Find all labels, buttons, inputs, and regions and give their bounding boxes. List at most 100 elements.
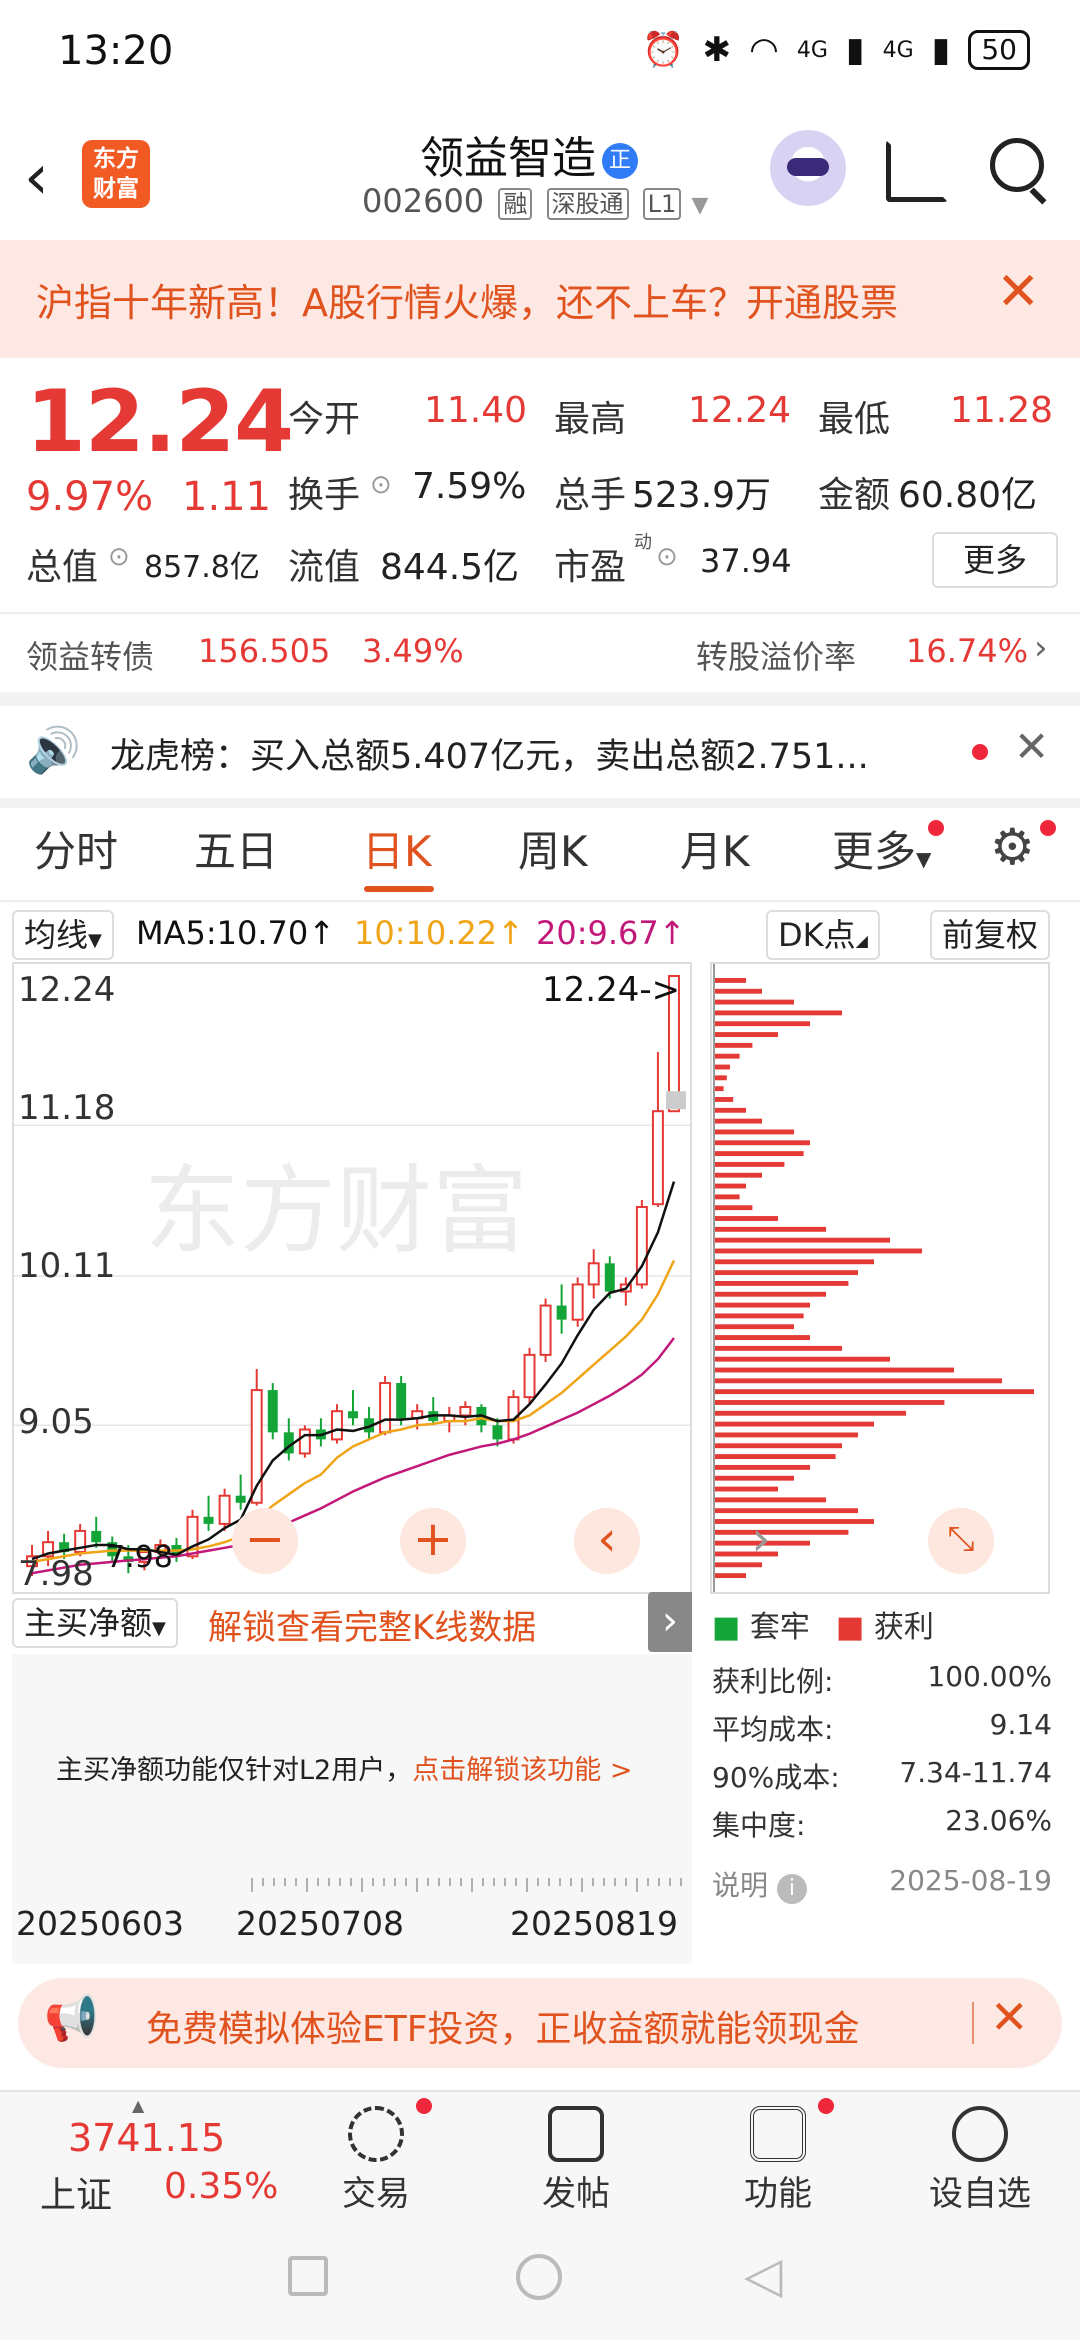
scroll-left-button[interactable]: ‹ (574, 1508, 640, 1574)
home-icon[interactable] (516, 2254, 562, 2300)
tab-five-day[interactable]: 五日 (194, 818, 278, 879)
settings-dot (1040, 820, 1056, 836)
chip-bar (714, 1075, 727, 1081)
index-value[interactable]: 3741.15 (68, 2116, 225, 2160)
info-icon[interactable]: ⊙ (370, 470, 392, 500)
notice-unread-dot (972, 744, 988, 760)
indicator-msg: 主买净额功能仅针对L2用户，点击解锁该功能 > (56, 1748, 632, 1787)
candle-body (523, 1353, 536, 1399)
gear-icon[interactable]: ⚙ (990, 818, 1035, 876)
zoom-in-button[interactable]: + (400, 1508, 466, 1574)
unlock-feature-link[interactable]: 点击解锁该功能 > (412, 1755, 632, 1786)
nav-trade-label: 交易 (342, 2174, 410, 2214)
chevron-right-icon[interactable]: › (1034, 628, 1048, 668)
concentration-value: 23.06% (945, 1804, 1052, 1837)
dropdown-icon: ▼ (916, 847, 932, 871)
back-nav-icon[interactable]: ◁ (744, 2246, 782, 2304)
share-icon[interactable] (886, 140, 948, 202)
nav-trade[interactable]: 交易 (306, 2106, 446, 2215)
ma-select[interactable]: 均线▼ (12, 910, 114, 960)
chip-distribution[interactable]: › ⤡ (710, 962, 1050, 1594)
grid-icon (750, 2106, 806, 2162)
close-icon[interactable]: ✕ (996, 262, 1040, 322)
stock-name: 领益智造正 (420, 122, 638, 186)
explain-link[interactable]: 说明 i (712, 1864, 807, 1904)
high-label: 最高 (554, 399, 627, 440)
zoom-out-button[interactable]: − (232, 1508, 298, 1574)
avg-cost-value: 9.14 (989, 1708, 1052, 1741)
dk-point-button[interactable]: DK点◢ (766, 910, 880, 960)
chip-bar (714, 1302, 810, 1308)
legend-trapped-label: 套牢 (749, 1610, 810, 1645)
stock-name-text: 领益智造 (420, 133, 596, 184)
chip-bar (714, 1064, 730, 1070)
chip-bar (714, 1010, 842, 1016)
close-icon[interactable]: ✕ (990, 1990, 1029, 2044)
chip-bar (714, 1432, 858, 1438)
app-logo[interactable]: 东方财富 (82, 140, 150, 208)
premium-value: 16.74% (906, 632, 1029, 670)
ai-assistant-icon[interactable] (770, 130, 846, 206)
nav-add-watchlist[interactable]: 设自选 (910, 2106, 1050, 2215)
promo-banner[interactable]: 沪指十年新高！A股行情火爆，还不上车？开通股票 ✕ (0, 240, 1080, 358)
candle (651, 1052, 664, 1207)
index-name[interactable]: 上证 (40, 2166, 112, 2218)
stock-code-row[interactable]: 002600 融 深股通 L1 ▼ (362, 182, 708, 220)
candle (539, 1298, 552, 1362)
low-value: 11.28 (950, 390, 1054, 431)
kline-chart[interactable]: 东方财富 12.24 11.18 10.11 9.05 7.98 12.24->… (12, 962, 692, 1594)
nav-functions[interactable]: 功能 (708, 2106, 848, 2215)
index-pct[interactable]: 0.35% (164, 2166, 278, 2207)
nav-post[interactable]: 发帖 (506, 2106, 646, 2215)
legend-trapped-swatch: ■ (712, 1610, 741, 1645)
tag-margin: 融 (498, 188, 533, 220)
chip-bar (714, 1216, 778, 1221)
tab-daily-k[interactable]: 日K (362, 818, 432, 879)
price-change: 1.11 (182, 474, 272, 520)
tab-monthly-k[interactable]: 月K (680, 818, 750, 879)
chip-next-button[interactable]: › (728, 1508, 794, 1574)
etf-ad-bar[interactable]: 📢 免费模拟体验ETF投资，正收益额就能领现金 ✕ (18, 1978, 1062, 2068)
back-arrow-icon[interactable]: ‹ (24, 140, 49, 213)
chip-bar (714, 1032, 778, 1037)
more-dots-icon (952, 2106, 1008, 2162)
bond-name[interactable]: 领益转债 (26, 632, 154, 678)
kline-svg: 东方财富 (14, 975, 690, 1576)
candle-body (91, 1530, 102, 1543)
tag-connect: 深股通 (546, 188, 629, 220)
chip-svg (713, 964, 1034, 1592)
nav-add-watchlist-label: 设自选 (929, 2174, 1031, 2214)
tab-intraday[interactable]: 分时 (34, 818, 118, 879)
close-icon[interactable]: ✕ (1014, 722, 1049, 771)
adjust-button[interactable]: 前复权 (930, 910, 1051, 960)
premium-label[interactable]: 转股溢价率 (696, 632, 856, 678)
section-gap (0, 798, 1080, 808)
expand-panel-icon[interactable]: › (648, 1592, 692, 1652)
tab-weekly-k[interactable]: 周K (518, 818, 588, 879)
info-icon[interactable]: ⊙ (656, 542, 678, 572)
indicator-panel: 主买净额功能仅针对L2用户，点击解锁该功能 > (12, 1654, 692, 1874)
search-icon[interactable] (990, 138, 1044, 192)
y-tick-3: 9.05 (18, 1402, 94, 1442)
dropdown-icon: ▼ (88, 930, 102, 951)
more-button[interactable]: 更多 (932, 532, 1058, 588)
notice-bar[interactable]: 🔊 龙虎榜：买入总额5.407亿元，卖出总额2.751... ✕ (0, 706, 1080, 798)
recent-apps-icon[interactable] (288, 2256, 328, 2296)
pct-change: 9.97% (26, 474, 154, 520)
caret-up-icon: ▲ (132, 2096, 145, 2115)
candle (556, 1284, 567, 1334)
indicator-select[interactable]: 主买净额▼ (12, 1598, 178, 1648)
unlock-kline-link[interactable]: 解锁查看完整K线数据 (208, 1600, 536, 1649)
info-icon[interactable]: ⊙ (108, 542, 130, 572)
tab-more[interactable]: 更多▼ (832, 818, 931, 879)
expand-icon[interactable]: ⤡ (928, 1508, 994, 1574)
chip-bar (714, 1053, 740, 1059)
promo-banner-text: 沪指十年新高！A股行情火爆，还不上车？开通股票 (36, 281, 898, 325)
candle (235, 1474, 246, 1510)
pe-superscript: 动 (634, 532, 652, 553)
indicator-select-label: 主买净额 (24, 1604, 153, 1642)
divider (0, 612, 1080, 614)
price-cursor (665, 1091, 686, 1110)
tab-more-label: 更多 (832, 827, 917, 876)
volume-value: 523.9万 (632, 475, 772, 516)
